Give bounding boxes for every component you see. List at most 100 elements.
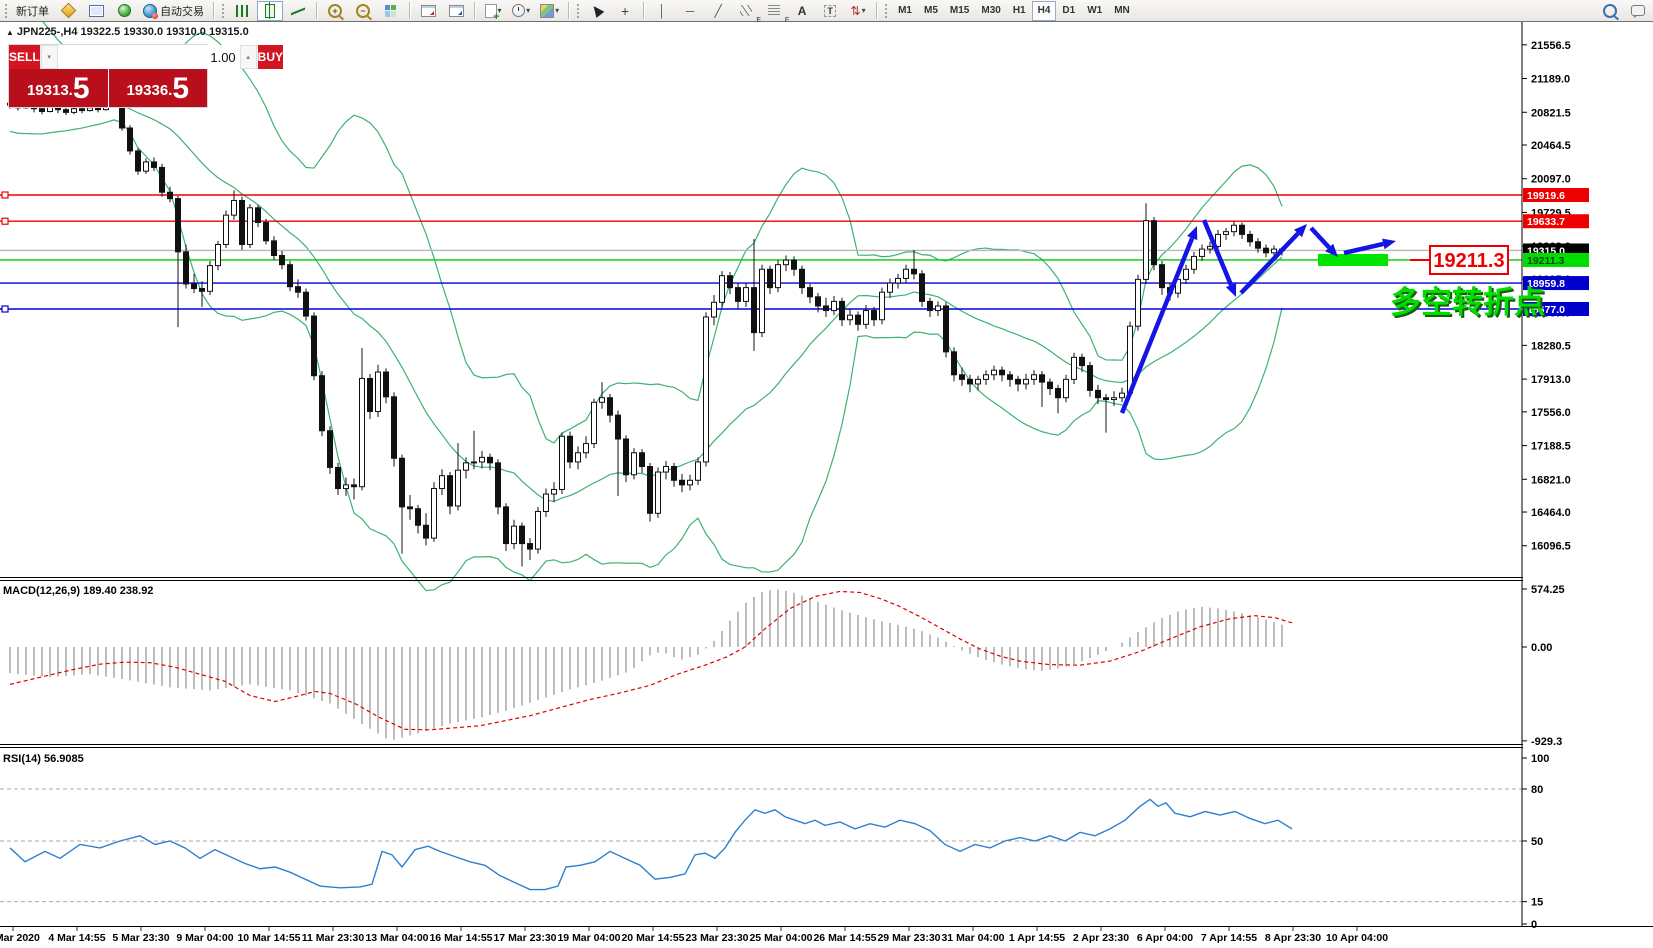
sell-price-main: 19313 [26, 82, 69, 99]
zoom-in-button[interactable]: + [322, 1, 348, 21]
new-chart-button[interactable] [415, 1, 441, 21]
svg-text:574.25: 574.25 [1531, 584, 1565, 596]
channel-icon [740, 5, 753, 16]
separator [876, 2, 878, 19]
timeframe-h4[interactable]: H4 [1031, 0, 1057, 21]
tile-windows-button[interactable] [378, 1, 404, 21]
chart-background [0, 22, 1653, 948]
auto-trading-label: 自动交易 [160, 5, 205, 18]
line-chart-button[interactable] [285, 1, 311, 21]
svg-text:13 Mar 04:00: 13 Mar 04:00 [365, 932, 428, 944]
svg-text:31 Mar 04:00: 31 Mar 04:00 [941, 932, 1004, 944]
svg-text:20821.5: 20821.5 [1531, 107, 1571, 119]
toolbar-grip[interactable] [4, 2, 8, 19]
lot-decrease-button[interactable]: ▾ [40, 45, 58, 69]
sell-price-display[interactable]: 19313. 5 [9, 69, 108, 107]
timeframe-group: M1 M5 M15 M30 H1 H4 D1 W1 MN [892, 0, 1136, 21]
svg-text:29 Mar 23:30: 29 Mar 23:30 [877, 932, 940, 944]
templates-button[interactable]: ▾ [536, 1, 563, 21]
timeframe-d1[interactable]: D1 [1056, 1, 1081, 21]
svg-text:10 Apr 04:00: 10 Apr 04:00 [1326, 932, 1388, 944]
cursor-tool-button[interactable] [584, 1, 610, 21]
fibonacci-tool[interactable]: F [761, 1, 790, 24]
timeframe-m15[interactable]: M15 [944, 1, 975, 21]
periods-button[interactable]: ▾ [508, 1, 534, 21]
chart-window-icon [420, 4, 436, 17]
timeframe-m5[interactable]: M5 [918, 1, 944, 21]
timeframe-m30[interactable]: M30 [975, 1, 1006, 21]
chat-button[interactable] [1625, 1, 1651, 21]
toolbar: 新订单 自动交易 + − ▾ ▾ ▾ + │ ─ ╱ E F A T [0, 0, 1653, 24]
svg-text:2 Apr 23:30: 2 Apr 23:30 [1073, 932, 1129, 944]
indicators-add-icon [484, 3, 500, 21]
svg-text:5 Mar 23:30: 5 Mar 23:30 [112, 932, 169, 944]
lot-increase-button[interactable]: ▴ [239, 45, 257, 69]
clock-icon [512, 4, 526, 17]
svg-text:8 Apr 23:30: 8 Apr 23:30 [1265, 932, 1321, 944]
sell-button[interactable]: SELL [9, 45, 40, 69]
new-order-button[interactable]: 新订单 [12, 1, 53, 21]
bar-chart-icon [235, 4, 249, 17]
timeframe-w1[interactable]: W1 [1081, 1, 1108, 21]
horizontal-line-tool[interactable]: ─ [677, 1, 703, 21]
template-icon [540, 3, 555, 18]
arrows-icon: ⇅ [850, 3, 861, 18]
timeframe-mn[interactable]: MN [1108, 1, 1136, 21]
timeframe-m1[interactable]: M1 [892, 1, 918, 21]
toolbar-grip[interactable] [576, 2, 581, 19]
svg-text:19211.3: 19211.3 [1527, 255, 1565, 267]
trendline-tool[interactable]: ╱ [705, 1, 731, 21]
trendline-icon: ╱ [714, 3, 722, 18]
symbol-title-text: JPN225-,H4 19322.5 19330.0 19310.0 19315… [16, 26, 249, 38]
text-tool[interactable]: A [789, 1, 815, 21]
auto-trading-button[interactable]: 自动交易 [139, 1, 208, 21]
buy-button[interactable]: BUY [257, 45, 284, 69]
collapse-icon[interactable]: ▲ [6, 28, 14, 37]
bar-chart-button[interactable] [229, 1, 255, 21]
svg-text:6 Apr 04:00: 6 Apr 04:00 [1137, 932, 1193, 944]
svg-text:100: 100 [1531, 753, 1549, 765]
vertical-line-icon: │ [658, 3, 666, 18]
fibo-letter: F [784, 16, 790, 24]
indicators-button[interactable]: ▾ [480, 1, 506, 21]
separator [474, 2, 476, 19]
toolbar-grip[interactable] [221, 2, 226, 19]
svg-text:16821.0: 16821.0 [1531, 474, 1571, 486]
search-button[interactable] [1597, 1, 1623, 21]
vertical-line-tool[interactable]: │ [649, 1, 675, 21]
svg-text:17913.0: 17913.0 [1531, 374, 1571, 386]
cursor-icon [589, 3, 605, 18]
svg-text:10 Mar 14:55: 10 Mar 14:55 [237, 932, 300, 944]
price-axis[interactable]: 21556.521189.020821.520464.520097.019729… [1521, 22, 1653, 931]
svg-text:26 Mar 14:55: 26 Mar 14:55 [813, 932, 876, 944]
highlight-zone[interactable] [1318, 254, 1388, 266]
svg-text:23 Mar 23:30: 23 Mar 23:30 [685, 932, 748, 944]
crosshair-tool-button[interactable]: + [612, 1, 638, 21]
profiles-button[interactable] [443, 1, 469, 21]
svg-text:2 Mar 2020: 2 Mar 2020 [0, 932, 40, 944]
arrows-tool[interactable]: ⇅ ▾ [845, 1, 871, 21]
svg-text:11 Mar 23:30: 11 Mar 23:30 [302, 932, 365, 944]
svg-text:20 Mar 14:55: 20 Mar 14:55 [621, 932, 684, 944]
svg-text:16 Mar 14:55: 16 Mar 14:55 [429, 932, 492, 944]
channel-tool[interactable]: E [733, 1, 761, 24]
toolbar-grip[interactable] [884, 2, 889, 19]
svg-text:4 Mar 14:55: 4 Mar 14:55 [48, 932, 105, 944]
zoom-in-icon: + [328, 3, 343, 18]
signals-button[interactable] [111, 1, 137, 21]
funds-button[interactable] [55, 1, 81, 21]
chart-window-alt-icon [448, 4, 464, 17]
candle-chart-button[interactable] [257, 0, 284, 21]
timeframe-h1[interactable]: H1 [1007, 1, 1032, 21]
zoom-out-button[interactable]: − [350, 1, 376, 21]
chevron-down-icon: ▾ [555, 6, 560, 15]
one-click-trade-panel: SELL ▾ ▴ BUY 19313.5 19336.5 [8, 44, 284, 108]
text-label-tool[interactable]: T [817, 1, 843, 21]
line-chart-icon [291, 5, 305, 17]
svg-text:15: 15 [1531, 897, 1543, 909]
terminal-button[interactable] [83, 1, 109, 21]
svg-text:17188.5: 17188.5 [1531, 441, 1571, 453]
chart-canvas[interactable]: MACD(12,26,9) 189.40 238.92 RSI(14) 56.90… [0, 0, 1653, 948]
buy-price-display[interactable]: 19336. 5 [108, 69, 207, 107]
lot-size-input[interactable] [57, 45, 240, 69]
